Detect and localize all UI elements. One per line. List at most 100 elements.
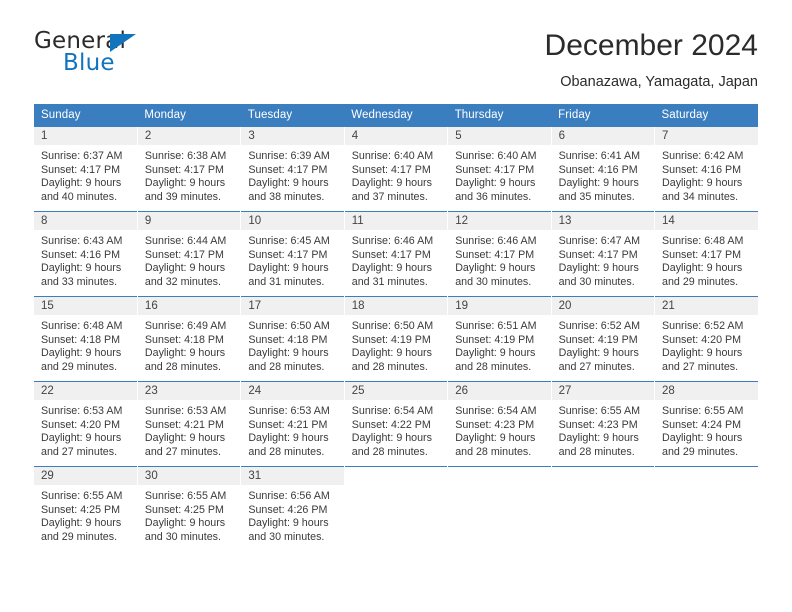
calendar-day-cell[interactable]: 1 Sunrise: 6:37 AM Sunset: 4:17 PM Daylight… — [34, 127, 138, 212]
day-number: 10 — [241, 212, 344, 230]
day-number: 11 — [344, 212, 448, 230]
calendar-day-cell[interactable]: 5 Sunrise: 6:40 AM Sunset: 4:17 PM Daylight… — [447, 127, 552, 212]
sunrise-text: Sunrise: 6:47 AM — [558, 235, 640, 247]
sunrise-text: Sunrise: 6:55 AM — [144, 490, 227, 502]
calendar-day-cell[interactable]: 29 Sunrise: 6:55 AM Sunset: 4:25 PM Dayligh… — [34, 466, 138, 549]
daylight-text-line1: Daylight: 9 hours — [144, 262, 226, 275]
sunset-text: Sunset: 4:17 PM — [455, 248, 535, 261]
calendar-day-cell[interactable]: 31 Sunrise: 6:56 AM Sunset: 4:26 PM Dayligh… — [240, 466, 345, 549]
calendar-day-cell[interactable]: 6 Sunrise: 6:41 AM Sunset: 4:16 PM Daylight… — [551, 127, 656, 212]
weekday-header-friday: Friday — [551, 104, 655, 127]
sunset-text: Sunset: 4:23 PM — [455, 418, 535, 431]
daylight-text-line1: Daylight: 9 hours — [41, 432, 122, 445]
day-details: Sunrise: 6:40 AM Sunset: 4:17 PM Daylight:… — [448, 145, 550, 204]
calendar-day-cell[interactable]: 30 Sunrise: 6:55 AM Sunset: 4:25 PM Dayligh… — [137, 466, 242, 549]
calendar-day-cell[interactable]: 8 Sunrise: 6:43 AM Sunset: 4:16 PM Daylight… — [34, 211, 138, 297]
calendar-day-cell[interactable]: 17 Sunrise: 6:50 AM Sunset: 4:18 PM Dayligh… — [240, 296, 345, 382]
general-blue-logo[interactable]: General Blue — [34, 28, 294, 92]
page-title: December 2024 — [544, 29, 758, 62]
daylight-text-line1: Daylight: 9 hours — [662, 347, 743, 360]
sunset-text: Sunset: 4:16 PM — [662, 163, 742, 176]
day-number: 23 — [137, 382, 241, 400]
calendar-week-row: 29 Sunrise: 6:55 AM Sunset: 4:25 PM Dayligh… — [34, 466, 758, 549]
day-details: Sunrise: 6:53 AM Sunset: 4:20 PM Daylight:… — [34, 400, 137, 459]
daylight-text-line2: and 29 minutes. — [662, 445, 739, 458]
calendar-page: General Blue December 2024 Obanazawa, Ya… — [0, 0, 792, 612]
calendar-header-row: Sunday Monday Tuesday Wednesday Thursday… — [34, 104, 758, 127]
sunset-text: Sunset: 4:17 PM — [144, 163, 224, 176]
daylight-text-line2: and 40 minutes. — [41, 190, 118, 203]
sunset-text: Sunset: 4:17 PM — [248, 248, 328, 261]
daylight-text-line1: Daylight: 9 hours — [41, 177, 122, 190]
calendar-day-cell[interactable]: 19 Sunrise: 6:51 AM Sunset: 4:19 PM Dayligh… — [447, 296, 552, 382]
day-number: 21 — [655, 297, 758, 315]
daylight-text-line1: Daylight: 9 hours — [351, 432, 432, 445]
calendar-day-cell[interactable]: 28 Sunrise: 6:55 AM Sunset: 4:24 PM Dayligh… — [654, 381, 758, 467]
daylight-text-line2: and 28 minutes. — [558, 445, 635, 458]
sunset-text: Sunset: 4:17 PM — [351, 248, 431, 261]
calendar-day-cell[interactable]: 3 Sunrise: 6:39 AM Sunset: 4:17 PM Daylight… — [240, 127, 345, 212]
day-number: 9 — [137, 212, 241, 230]
day-number: 2 — [137, 127, 241, 145]
daylight-text-line1: Daylight: 9 hours — [144, 432, 226, 445]
daylight-text-line2: and 27 minutes. — [558, 360, 635, 373]
sunset-text: Sunset: 4:17 PM — [351, 163, 431, 176]
calendar-day-cell[interactable]: 16 Sunrise: 6:49 AM Sunset: 4:18 PM Dayligh… — [137, 296, 242, 382]
daylight-text-line2: and 31 minutes. — [248, 275, 325, 288]
day-details: Sunrise: 6:55 AM Sunset: 4:25 PM Daylight:… — [34, 485, 137, 544]
day-number: 27 — [551, 382, 655, 400]
sunset-text: Sunset: 4:16 PM — [558, 163, 638, 176]
daylight-text-line2: and 28 minutes. — [351, 360, 428, 373]
daylight-text-line2: and 29 minutes. — [41, 530, 118, 543]
sunrise-text: Sunrise: 6:44 AM — [144, 235, 227, 247]
calendar-day-cell[interactable]: 15 Sunrise: 6:48 AM Sunset: 4:18 PM Dayligh… — [34, 296, 138, 382]
daylight-text-line1: Daylight: 9 hours — [144, 347, 226, 360]
calendar-day-cell[interactable]: 4 Sunrise: 6:40 AM Sunset: 4:17 PM Daylight… — [344, 127, 449, 212]
daylight-text-line2: and 30 minutes. — [455, 275, 532, 288]
calendar-day-cell[interactable]: 23 Sunrise: 6:53 AM Sunset: 4:21 PM Dayligh… — [137, 381, 242, 467]
calendar-day-cell[interactable]: 18 Sunrise: 6:50 AM Sunset: 4:19 PM Dayligh… — [344, 296, 449, 382]
calendar-day-cell-empty — [344, 466, 449, 549]
calendar-day-cell[interactable]: 14 Sunrise: 6:48 AM Sunset: 4:17 PM Dayligh… — [654, 211, 758, 297]
sunset-text: Sunset: 4:17 PM — [662, 248, 742, 261]
sunrise-text: Sunrise: 6:50 AM — [351, 320, 434, 332]
day-number: 13 — [551, 212, 655, 230]
day-details: Sunrise: 6:48 AM Sunset: 4:17 PM Daylight:… — [655, 230, 758, 289]
calendar-day-cell[interactable]: 26 Sunrise: 6:54 AM Sunset: 4:23 PM Dayligh… — [447, 381, 552, 467]
calendar-day-cell[interactable]: 13 Sunrise: 6:47 AM Sunset: 4:17 PM Dayligh… — [551, 211, 656, 297]
daylight-text-line1: Daylight: 9 hours — [455, 262, 536, 275]
calendar-day-cell[interactable]: 7 Sunrise: 6:42 AM Sunset: 4:16 PM Daylight… — [655, 127, 758, 212]
calendar-day-cell[interactable]: 11 Sunrise: 6:46 AM Sunset: 4:17 PM Dayligh… — [344, 211, 449, 297]
day-details: Sunrise: 6:54 AM Sunset: 4:23 PM Daylight:… — [448, 400, 550, 459]
day-number: 22 — [34, 382, 137, 400]
calendar-day-cell[interactable]: 20 Sunrise: 6:52 AM Sunset: 4:19 PM Dayligh… — [551, 296, 656, 382]
calendar-day-cell[interactable]: 24 Sunrise: 6:53 AM Sunset: 4:21 PM Dayligh… — [240, 381, 345, 467]
calendar-day-cell[interactable]: 9 Sunrise: 6:44 AM Sunset: 4:17 PM Daylight… — [137, 211, 242, 297]
sunrise-text: Sunrise: 6:51 AM — [455, 320, 537, 332]
sunrise-text: Sunrise: 6:39 AM — [248, 150, 330, 162]
day-number: 5 — [448, 127, 551, 145]
calendar-day-cell[interactable]: 10 Sunrise: 6:45 AM Sunset: 4:17 PM Dayligh… — [240, 211, 345, 297]
sunrise-text: Sunrise: 6:48 AM — [662, 235, 744, 247]
daylight-text-line1: Daylight: 9 hours — [558, 177, 639, 190]
daylight-text-line2: and 27 minutes. — [41, 445, 118, 458]
day-number: 17 — [241, 297, 344, 315]
sunset-text: Sunset: 4:19 PM — [455, 333, 535, 346]
calendar-day-cell[interactable]: 27 Sunrise: 6:55 AM Sunset: 4:23 PM Dayligh… — [551, 381, 656, 467]
sunset-text: Sunset: 4:19 PM — [558, 333, 638, 346]
calendar-day-cell[interactable]: 2 Sunrise: 6:38 AM Sunset: 4:17 PM Daylight… — [137, 127, 242, 212]
calendar-day-cell[interactable]: 25 Sunrise: 6:54 AM Sunset: 4:22 PM Dayligh… — [344, 381, 449, 467]
calendar-day-cell[interactable]: 21 Sunrise: 6:52 AM Sunset: 4:20 PM Dayligh… — [654, 296, 758, 382]
daylight-text-line1: Daylight: 9 hours — [558, 347, 639, 360]
sunrise-text: Sunrise: 6:46 AM — [455, 235, 537, 247]
sunset-text: Sunset: 4:20 PM — [41, 418, 121, 431]
calendar-day-cell-empty — [654, 466, 758, 549]
sunrise-text: Sunrise: 6:53 AM — [248, 405, 330, 417]
calendar-day-cell[interactable]: 12 Sunrise: 6:46 AM Sunset: 4:17 PM Dayligh… — [447, 211, 552, 297]
day-number: 3 — [241, 127, 344, 145]
daylight-text-line2: and 29 minutes. — [662, 275, 739, 288]
location-subtitle: Obanazawa, Yamagata, Japan — [560, 74, 758, 90]
calendar-day-cell-empty — [447, 466, 552, 549]
calendar-day-cell[interactable]: 22 Sunrise: 6:53 AM Sunset: 4:20 PM Dayligh… — [34, 381, 138, 467]
sunrise-text: Sunrise: 6:52 AM — [662, 320, 744, 332]
